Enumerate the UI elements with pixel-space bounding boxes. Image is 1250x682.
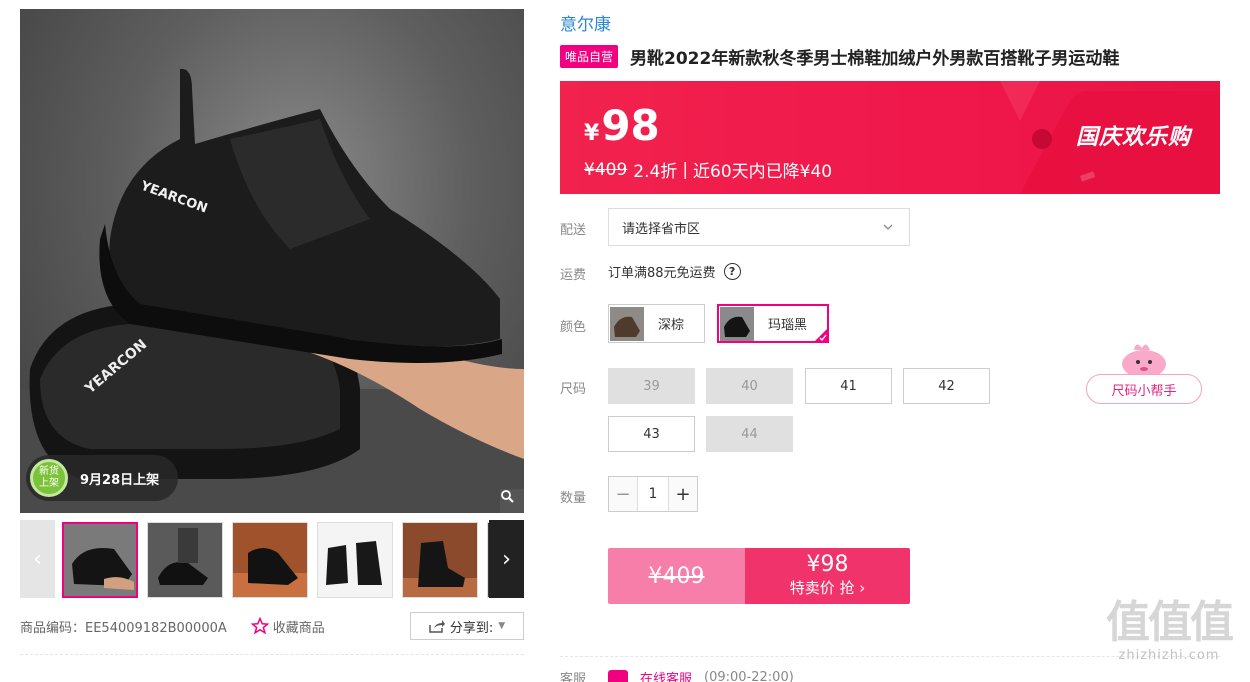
size-option-43[interactable]: 43 [608,416,695,452]
help-icon[interactable]: ? [723,263,741,280]
quantity-label: 数量 [560,491,587,506]
size-option-40: 40 [706,368,793,404]
color-option-dark-brown[interactable]: 深棕 [608,304,705,343]
share-label: 分享到: [449,620,494,636]
price-drop-note: 近60天内已降¥40 [693,162,833,182]
price-separator: | [682,159,689,180]
arrival-date: 9月28日上架 [80,472,160,488]
new-arrival-circle: 新货 上架 [30,459,68,497]
share-button[interactable]: 分享到: ▼ [410,612,524,640]
new-arrival-badge: 新货 上架 9月28日上架 [26,455,178,501]
current-price: ¥ 98 [584,101,660,150]
thumbnail-3[interactable] [232,522,308,598]
self-operated-tag: 唯品自营 [560,45,619,68]
title-row: 唯品自营 男靴2022年新款秋冬季男士棉鞋加绒户外男款百搭靴子男运动鞋 [560,44,1119,69]
star-icon [250,617,269,635]
size-option-41[interactable]: 41 [805,368,892,404]
buy-sale-area[interactable]: ¥98 特卖价 抢 › [745,548,910,604]
thumbnail-5[interactable] [402,522,478,598]
size-option-44: 44 [706,416,793,452]
color-option-label: 玛瑙黑 [768,318,808,333]
quantity-plus-button[interactable]: + [669,477,697,511]
currency-symbol: ¥ [584,121,600,146]
caret-down-icon: ▼ [498,621,506,631]
favorite-label: 收藏商品 [272,620,325,636]
size-helper[interactable]: 尺码小帮手 [1086,338,1202,404]
brand-link[interactable]: 意尔康 [560,10,611,35]
thumbnail-strip: ‹ › [20,520,524,598]
customer-service-row: 客服 在线客服 (09:00-22:00) [560,668,794,682]
service-label: 客服 [560,672,587,682]
thumbnail-4[interactable] [317,522,393,598]
price-details: ¥409 2.4折 | 近60天内已降¥40 [584,157,833,183]
selected-check-icon [814,328,828,342]
size-helper-label: 尺码小帮手 [1086,374,1202,404]
delivery-label: 配送 [560,223,587,238]
thumbnail-2[interactable] [147,522,223,598]
service-hours: (09:00-22:00) [704,670,794,682]
size-option-42[interactable]: 42 [903,368,990,404]
quantity-minus-button[interactable]: − [609,477,637,511]
price-banner: ¥ 98 ¥409 2.4折 | 近60天内已降¥40 国庆欢乐购 [560,81,1220,194]
original-price: ¥409 [584,159,628,180]
product-code: 商品编码：EE54009182B00000A [20,620,227,636]
thumb-next-button[interactable]: › [489,520,524,598]
share-icon [429,620,445,633]
swatch-image [610,306,644,341]
main-product-image[interactable]: YEARCON YEARCON 新货 上架 9月28日上架 [20,9,524,513]
buy-original-price: ¥409 [608,548,745,604]
boots-illustration: YEARCON YEARCON [20,68,524,513]
site-watermark: 值值值 zhizhizhi.com [1096,597,1242,664]
divider [20,654,524,655]
buy-sale-price: ¥98 [806,552,849,577]
quantity-stepper: − 1 + [608,476,698,512]
thumb-prev-button[interactable]: ‹ [20,520,55,598]
size-option-39: 39 [608,368,695,404]
online-service-link[interactable]: 在线客服 [640,668,692,682]
buy-action-label: 特卖价 抢 › [789,579,866,597]
favorite-button[interactable]: 收藏商品 [250,617,325,636]
chevron-left-icon: ‹ [33,546,42,572]
discount: 2.4折 [633,162,678,182]
watermark-logo: 值值值 [1106,597,1234,648]
chevron-right-icon: › [502,546,511,572]
chat-icon [608,669,629,682]
buy-button[interactable]: ¥409 ¥98 特卖价 抢 › [608,548,910,604]
color-option-label: 深棕 [658,318,685,333]
watermark-url: zhizhizhi.com [1118,648,1220,663]
color-label: 颜色 [560,320,587,335]
color-option-agate-black[interactable]: 玛瑙黑 [717,304,829,343]
mascot-icon [1122,344,1166,378]
shipping-text: 订单满88元免运费 [608,266,716,281]
swatch-image [720,306,754,341]
size-label: 尺码 [560,382,587,397]
product-title: 男靴2022年新款秋冬季男士棉鞋加绒户外男款百搭靴子男运动鞋 [630,49,1120,69]
quantity-input[interactable]: 1 [637,477,669,511]
chevron-down-icon [883,224,893,230]
price-value: 98 [601,101,660,150]
promo-label: 国庆欢乐购 [1076,125,1192,150]
thumbnail-1[interactable] [62,522,138,598]
shipping-info: 订单满88元免运费 ? [608,262,741,281]
region-select[interactable]: 请选择省市区 [608,208,910,246]
magnifier-icon [501,490,514,503]
shipping-label: 运费 [560,268,587,283]
product-meta-row: 商品编码：EE54009182B00000A 收藏商品 分享到: ▼ [20,612,524,640]
zoom-button[interactable] [500,489,524,513]
region-select-value: 请选择省市区 [622,221,701,237]
